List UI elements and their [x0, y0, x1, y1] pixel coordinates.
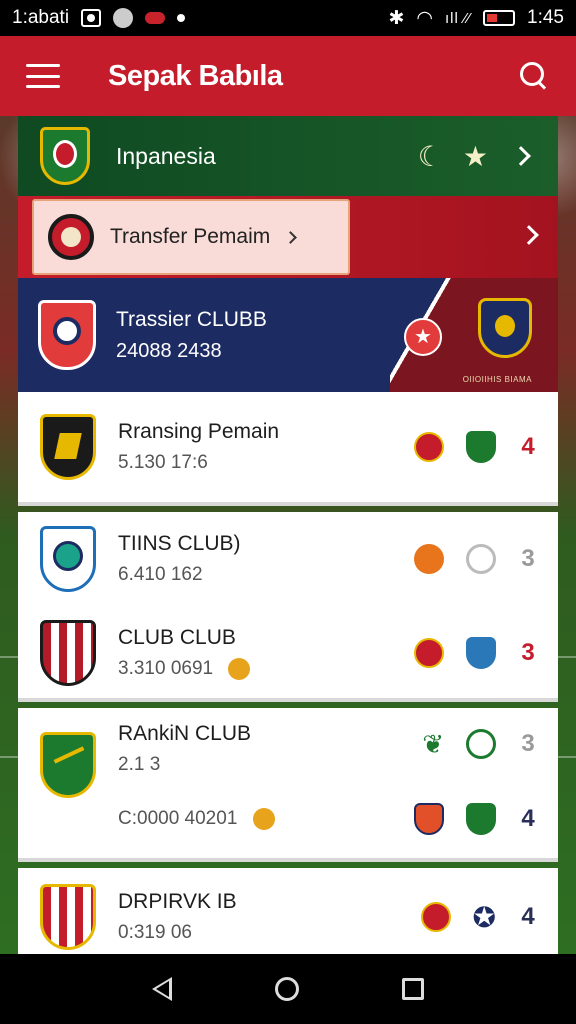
- menu-button[interactable]: [26, 64, 60, 88]
- back-button[interactable]: [151, 977, 172, 1001]
- featured-row-transfer: Transfer Pemaim: [18, 196, 558, 278]
- notification-icon: [81, 9, 102, 27]
- rank-number: 4: [521, 805, 535, 832]
- featured-title: Trassier CLUBB: [116, 307, 267, 331]
- indonesia-crest-icon: [40, 127, 90, 185]
- status-bar: 1:abati ✱ ◠ ıll ⁄⁄ 1:45: [0, 0, 576, 36]
- gear-icon: [466, 544, 496, 574]
- battery-icon: [483, 10, 516, 26]
- app-notification-icon: [113, 8, 134, 28]
- list-item[interactable]: DRPIRVK IB 0:319 06 ✪ 4: [18, 868, 558, 966]
- opponent-crest-icon: [420, 902, 451, 932]
- rank-number: 3: [521, 545, 535, 572]
- crest-caption: OIIOIIHIS BIAMA: [462, 375, 532, 384]
- carrier-label: 1:abati: [12, 7, 70, 28]
- list-item[interactable]: RAnkiN CLUB 2.1 3 ❦ 3: [18, 708, 558, 798]
- dot-icon: [177, 14, 186, 22]
- royal-crest-icon: [478, 298, 532, 358]
- crescent-icon: ☾: [417, 140, 443, 172]
- featured-row-club[interactable]: Trassier CLUBB 24088 2438 ★ OIIOIIHIS BI…: [18, 278, 558, 392]
- list-item[interactable]: Rransing Pemain 5.130 17:6 4: [18, 392, 558, 502]
- rank-number: 4: [521, 433, 535, 460]
- app-title: Sepak Babıla: [108, 59, 283, 92]
- rank-number: 4: [521, 903, 535, 930]
- opponent-crest-icon: [414, 638, 444, 668]
- club-card[interactable]: RAnkiN CLUB 2.1 3 ❦ 3 C:0000 40201 4: [18, 708, 558, 862]
- home-button[interactable]: [274, 977, 299, 1001]
- opponent-crest-icon: [414, 803, 444, 835]
- search-button[interactable]: [518, 60, 550, 92]
- club-card[interactable]: Rransing Pemain 5.130 17:6 4: [18, 392, 558, 506]
- chevron-right-icon[interactable]: [511, 146, 531, 166]
- media-notification-icon: [145, 12, 166, 24]
- club-list: Inpanesia ☾ ★ Transfer Pemaim Trassier C…: [18, 116, 558, 966]
- clock: 1:45: [527, 7, 564, 28]
- bluetooth-icon: ✱: [388, 7, 405, 29]
- list-item[interactable]: C:0000 40201 4: [18, 780, 558, 858]
- featured-subtitle: 24088 2438: [116, 339, 222, 362]
- opponent-crest-icon: [466, 803, 496, 835]
- list-item[interactable]: CLUB CLUB 3.310 0691 3: [18, 606, 558, 700]
- chevron-right-icon: [284, 230, 298, 244]
- club-crest-icon: [40, 884, 96, 950]
- rank-number: 3: [521, 730, 535, 757]
- leaf-icon: ❦: [422, 728, 444, 759]
- club-crest-icon: [40, 526, 96, 592]
- recent-apps-button[interactable]: [402, 978, 425, 1000]
- star-icon: ★: [462, 140, 488, 172]
- club-crest-icon: [38, 300, 96, 370]
- navigation-bar: [0, 954, 576, 1024]
- transfer-title: Transfer Pemaim: [110, 225, 271, 248]
- opponent-crest-icon: [466, 431, 496, 463]
- opponent-crest-icon: [414, 432, 444, 462]
- coin-icon: [228, 657, 251, 680]
- club-card[interactable]: TIINS CLUB) 6.410 162 3 CLUB CLUB 3.310 …: [18, 512, 558, 702]
- app-bar: Sepak Babıla: [0, 36, 576, 116]
- club-crest-icon: [40, 620, 96, 686]
- rank-number: 3: [521, 639, 535, 666]
- list-item[interactable]: TIINS CLUB) 6.410 162 3: [18, 512, 558, 606]
- star-icon: ✪: [472, 901, 496, 933]
- opponent-crest-icon: [466, 729, 496, 759]
- wifi-icon: ◠: [416, 7, 433, 29]
- star-badge-icon: ★: [404, 318, 442, 356]
- transfer-card[interactable]: Transfer Pemaim: [32, 199, 350, 275]
- coin-icon: [252, 807, 275, 830]
- featured-title: Inpanesia: [116, 142, 216, 169]
- signal-icon: ıll ⁄⁄: [445, 9, 472, 27]
- club-crest-icon: [40, 414, 96, 480]
- opponent-crest-icon: [414, 544, 444, 574]
- club-card[interactable]: DRPIRVK IB 0:319 06 ✪ 4: [18, 868, 558, 966]
- opponent-crest-icon: [466, 637, 496, 669]
- chevron-right-icon[interactable]: [519, 225, 539, 245]
- transfer-crest-icon: [48, 214, 94, 260]
- featured-row-indonesia[interactable]: Inpanesia ☾ ★: [18, 116, 558, 196]
